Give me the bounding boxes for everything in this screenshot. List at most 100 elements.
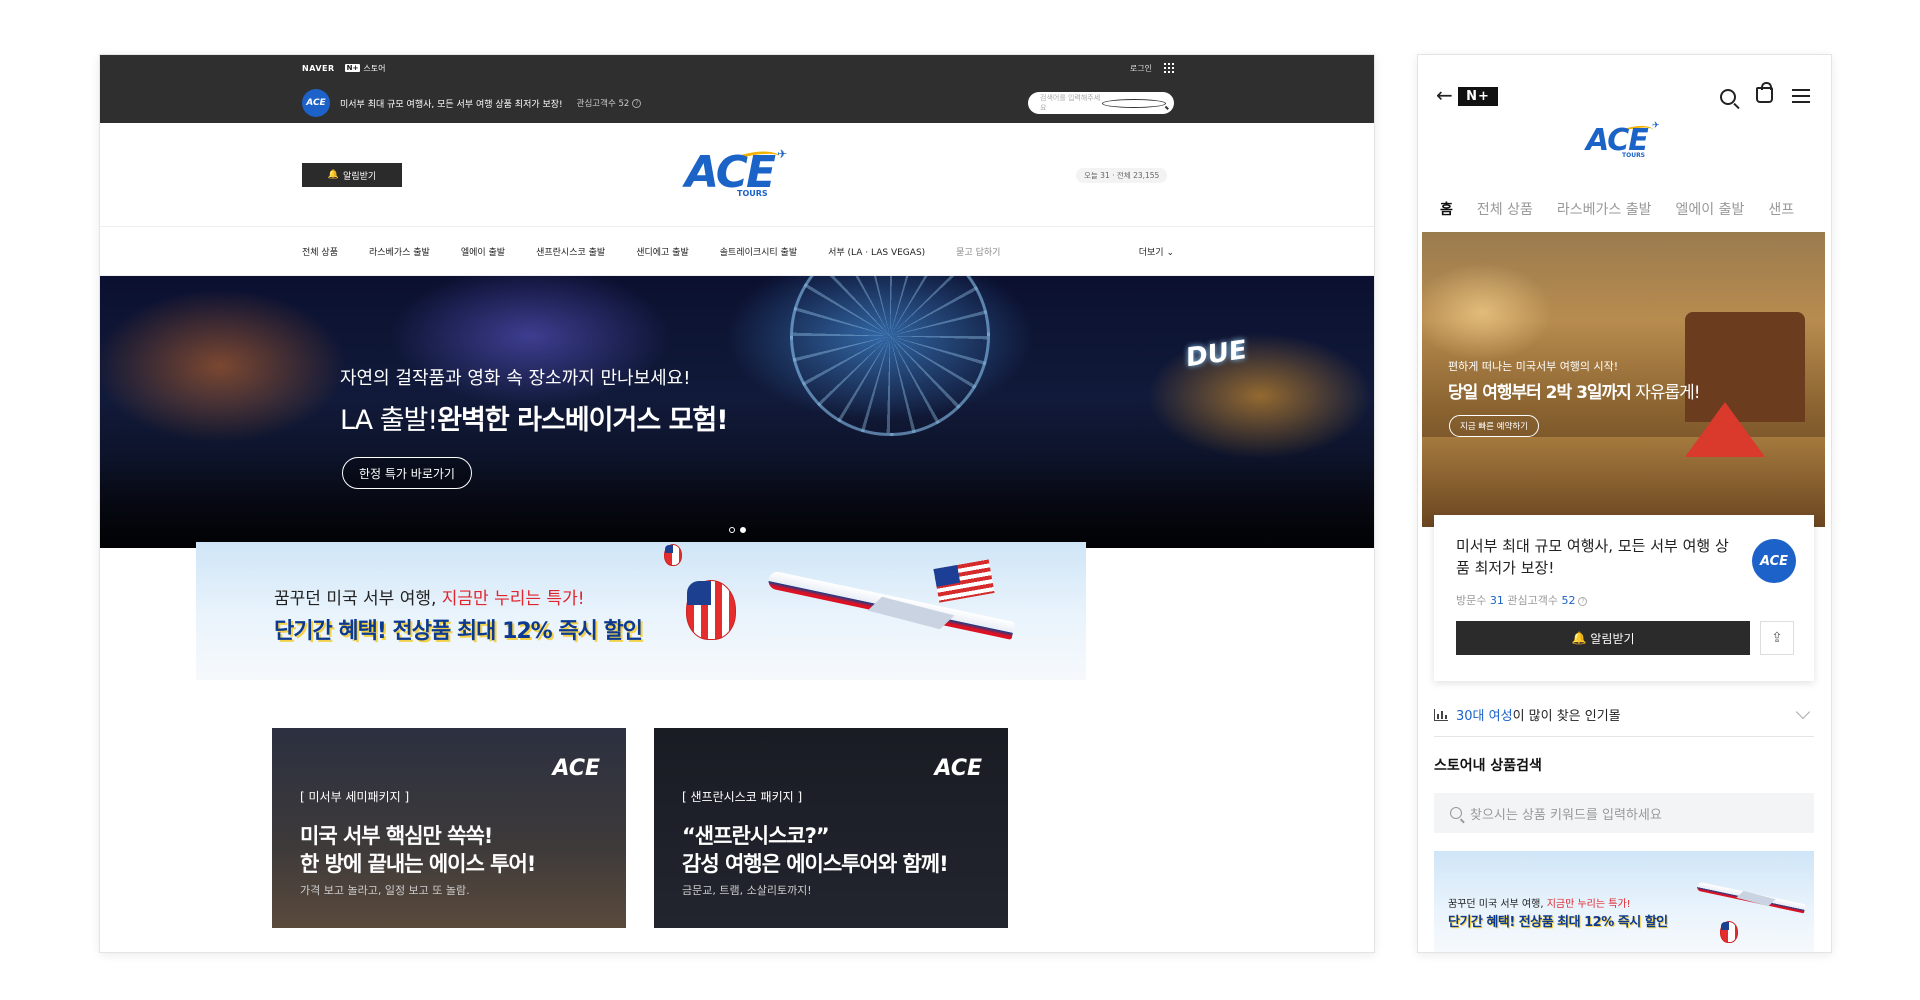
hero-cta-button[interactable]: 한정 특가 바로가기 bbox=[342, 457, 472, 489]
popular-rest: 이 많이 찾은 인기몰 bbox=[1512, 709, 1621, 724]
card-subtitle: 가격 보고 놀라고, 일정 보고 또 놀람. bbox=[300, 884, 470, 897]
desktop-promo-banner[interactable]: 꿈꾸던 미국 서부 여행, 지금만 누리는 특가! 단기간 혜택! 전상품 최대… bbox=[196, 542, 1086, 680]
nav-item-salt-lake[interactable]: 솔트레이크시티 출발 bbox=[720, 245, 797, 258]
nav-item-west[interactable]: 서부 (LA · LAS VEGAS) bbox=[828, 245, 925, 258]
nav-item-qna[interactable]: 묻고 답하기 bbox=[956, 245, 1000, 258]
nplus-store-link[interactable]: N+ 스토어 bbox=[344, 63, 386, 74]
tab-sf[interactable]: 샌프 bbox=[1768, 199, 1794, 219]
product-card-sf-package[interactable]: ACE [ 샌프란시스코 패키지 ] “샌프란시스코?” 감성 여행은 에이스투… bbox=[654, 728, 1008, 928]
mobile-hero-title: 당일 여행부터 2박 3일까지 자유롭게! bbox=[1448, 378, 1701, 403]
desktop-top-bar: NAVER N+ 스토어 로그인 ACE 미서부 최대 규모 여행사, 모든 서… bbox=[100, 55, 1374, 123]
promo-line1: 꿈꾸던 미국 서부 여행, 지금만 누리는 특가! bbox=[274, 584, 585, 609]
tab-la[interactable]: 엘에이 출발 bbox=[1676, 199, 1745, 219]
store-profile-logo[interactable]: ACE bbox=[302, 89, 330, 117]
fans-label: 관심고객수 bbox=[1503, 594, 1562, 607]
logo-tours-text: TOURS bbox=[737, 189, 768, 198]
hot-air-balloon bbox=[686, 580, 736, 640]
naver-logo[interactable]: NAVER bbox=[302, 64, 335, 73]
neon-sign: DUE bbox=[1186, 334, 1247, 374]
login-link[interactable]: 로그인 bbox=[1130, 63, 1152, 74]
mobile-promo-banner[interactable]: 꿈꾸던 미국 서부 여행, 지금만 누리는 특가! 단기간 혜택! 전상품 최대… bbox=[1434, 851, 1814, 952]
chevron-down-icon[interactable] bbox=[1795, 704, 1811, 719]
nplus-logo[interactable]: N+ bbox=[1458, 87, 1498, 106]
promo-line1: 꿈꾸던 미국 서부 여행, 지금만 누리는 특가! bbox=[1448, 895, 1631, 910]
card-subtitle: 금문교, 트램, 소살리토까지! bbox=[682, 884, 812, 897]
card-tag-text: 미서부 세미패키지 bbox=[308, 790, 401, 804]
carousel-dot-active[interactable] bbox=[740, 527, 746, 533]
shopping-bag-icon[interactable] bbox=[1756, 82, 1773, 103]
store-stats: 방문수 31 관심고객수 52? bbox=[1456, 592, 1588, 608]
nav-item-la[interactable]: 엘에이 출발 bbox=[461, 245, 505, 258]
nav-more-button[interactable]: 더보기 ⌄ bbox=[1139, 245, 1174, 258]
help-icon[interactable]: ? bbox=[1578, 596, 1588, 606]
promo-line1-highlight: 지금만 누리는 특가! bbox=[441, 589, 585, 609]
promo-line1-a: 꿈꾸던 미국 서부 여행, bbox=[1448, 899, 1547, 910]
airplane-icon: ✈ bbox=[1652, 121, 1660, 131]
mobile-hero-cta[interactable]: 지금 빠른 예약하기 bbox=[1449, 415, 1539, 437]
chart-icon bbox=[1434, 708, 1448, 721]
fan-count: 관심고객수 52? bbox=[577, 97, 642, 109]
alarm-button[interactable]: 🔔 알림받기 bbox=[1456, 621, 1750, 655]
carousel-dots bbox=[729, 527, 746, 533]
promo-line2: 단기간 혜택! 전상품 최대 12% 즉시 할인 bbox=[1448, 915, 1668, 930]
card-title-line1: “샌프란시스코?” bbox=[682, 824, 830, 848]
nav-item-san-francisco[interactable]: 샌프란시스코 출발 bbox=[536, 245, 605, 258]
alarm-button[interactable]: 🔔 알림받기 bbox=[302, 163, 402, 187]
search-icon[interactable] bbox=[1720, 89, 1736, 105]
back-arrow-icon[interactable]: ← bbox=[1436, 83, 1453, 107]
hot-air-balloon-small bbox=[664, 544, 682, 566]
category-nav: 전체 상품 라스베가스 출발 엘에이 출발 샌프란시스코 출발 샌디에고 출발 … bbox=[100, 227, 1374, 276]
store-search-input[interactable]: 찾으시는 상품 키워드를 입력하세요 bbox=[1434, 793, 1814, 833]
mobile-hero-subtitle: 편하게 떠나는 미국서부 여행의 시작! bbox=[1448, 360, 1619, 373]
nav-item-las-vegas[interactable]: 라스베가스 출발 bbox=[369, 245, 430, 258]
mobile-hero-banner[interactable]: 편하게 떠나는 미국서부 여행의 시작! 당일 여행부터 2박 3일까지 자유롭… bbox=[1422, 232, 1825, 527]
store-tagline: 미서부 최대 규모 여행사, 모든 서부 여행 상품 최저가 보장! bbox=[340, 99, 563, 110]
mobile-ace-logo[interactable]: ACE TOURS ✈ bbox=[1586, 121, 1666, 163]
mobile-store-preview: ← N+ ACE TOURS ✈ 홈 전체 상품 라스베가스 출발 엘에이 출발… bbox=[1418, 55, 1831, 952]
promo-line1-highlight: 지금만 누리는 특가! bbox=[1546, 899, 1631, 910]
bell-icon: 🔔 bbox=[1571, 631, 1587, 645]
mobile-hero-title-bold: 당일 여행부터 2박 3일까지 bbox=[1448, 383, 1632, 403]
store-profile-logo[interactable]: ACE bbox=[1752, 539, 1796, 583]
visits-count: 31 bbox=[1489, 594, 1504, 607]
visit-count-badge: 오늘 31 · 전체 23,155 bbox=[1076, 168, 1168, 183]
airplane-icon: ✈ bbox=[777, 147, 788, 161]
card-title-line2: 한 방에 끝내는 에이스 투어! bbox=[300, 852, 536, 876]
nav-item-san-diego[interactable]: 샌디에고 출발 bbox=[636, 245, 689, 258]
tab-all-products[interactable]: 전체 상품 bbox=[1477, 199, 1533, 219]
tent-graphic bbox=[1685, 402, 1765, 457]
hamburger-menu-icon[interactable] bbox=[1792, 89, 1810, 103]
visits-label: 방문수 bbox=[1456, 594, 1490, 607]
store-header: 🔔 알림받기 ACE TOURS ✈ 오늘 31 · 전체 23,155 bbox=[100, 123, 1374, 227]
store-search-input[interactable]: 검색어를 입력해주세요 bbox=[1028, 92, 1174, 114]
card-ace-logo: ACE bbox=[552, 756, 600, 781]
search-icon[interactable] bbox=[1102, 98, 1166, 108]
tab-home[interactable]: 홈 bbox=[1440, 199, 1453, 219]
card-title-line2: 감성 여행은 에이스투어와 함께! bbox=[682, 852, 949, 876]
product-card-semi-package[interactable]: ACE [ 미서부 세미패키지 ] 미국 서부 핵심만 쏙쏙! 한 방에 끝내는… bbox=[272, 728, 626, 928]
logo-tours-text: TOURS bbox=[1622, 152, 1646, 159]
help-icon[interactable]: ? bbox=[632, 99, 642, 108]
card-title-line1: 미국 서부 핵심만 쏙쏙! bbox=[300, 824, 493, 848]
store-search-title: 스토어내 상품검색 bbox=[1434, 758, 1542, 774]
search-placeholder: 찾으시는 상품 키워드를 입력하세요 bbox=[1470, 807, 1662, 823]
ferris-wheel-graphic bbox=[790, 276, 990, 436]
popular-mall-row[interactable]: 30대 여성이 많이 찾은 인기몰 bbox=[1434, 693, 1814, 737]
bell-icon: 🔔 bbox=[327, 170, 340, 180]
fans-count: 52 bbox=[1561, 594, 1576, 607]
nplus-store-label: 스토어 bbox=[363, 63, 386, 73]
tab-las-vegas[interactable]: 라스베가스 출발 bbox=[1557, 199, 1652, 219]
grid-menu-icon[interactable] bbox=[1164, 63, 1174, 73]
nav-item-all[interactable]: 전체 상품 bbox=[302, 245, 338, 258]
ace-tours-logo[interactable]: ACE TOURS ✈ bbox=[685, 146, 795, 205]
mobile-hero-title-light: 자유롭게! bbox=[1630, 383, 1700, 403]
popular-age: 30대 여성 bbox=[1456, 709, 1513, 724]
hero-title-light: LA 출발! bbox=[340, 405, 438, 436]
share-icon[interactable]: ⇪ bbox=[1760, 621, 1794, 655]
hero-banner[interactable]: DUE 자연의 걸작품과 영화 속 장소까지 만나보세요! LA 출발!완벽한 … bbox=[100, 276, 1374, 548]
promo-line2: 단기간 혜택! 전상품 최대 12% 즉시 할인 bbox=[274, 619, 643, 644]
search-icon bbox=[1450, 807, 1462, 819]
carousel-dot[interactable] bbox=[729, 527, 735, 533]
fan-count-text: 관심고객수 52 bbox=[576, 99, 630, 109]
store-info-card: 미서부 최대 규모 여행사, 모든 서부 여행 상품 최저가 보장! ACE 방… bbox=[1434, 515, 1814, 681]
